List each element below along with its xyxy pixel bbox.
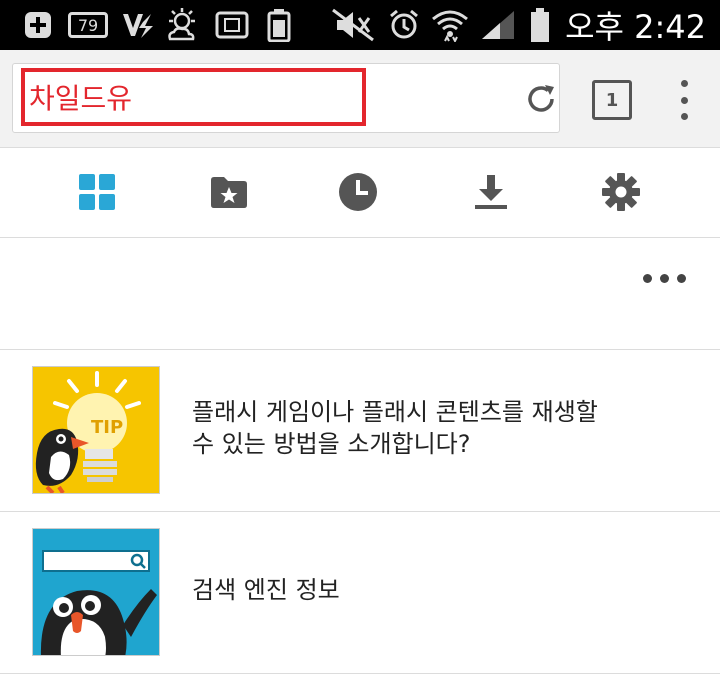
reload-icon[interactable] — [523, 81, 559, 117]
wifi-icon — [430, 0, 470, 50]
list-item[interactable]: TIP 플래시 게임이나 플래시 콘텐츠를 재생할 수 있는 방법을 소개합니다… — [0, 350, 720, 512]
new-tab-shortcuts — [0, 148, 720, 238]
article-title: 플래시 게임이나 플래시 콘텐츠를 재생할 수 있는 방법을 소개합니다? — [192, 396, 672, 460]
browser-toolbar: 차일드유 1 — [0, 50, 720, 148]
battery-level-icon — [526, 0, 554, 50]
plus-notification-icon — [22, 0, 54, 50]
more-options-icon[interactable] — [643, 274, 686, 283]
article-title-line: 수 있는 방법을 소개합니다? — [192, 430, 471, 458]
tab-switcher-button[interactable]: 1 — [592, 80, 632, 120]
article-title: 검색 엔진 정보 — [192, 574, 672, 606]
battery-badge-text: 79 — [68, 12, 108, 38]
tip-thumbnail: TIP — [32, 366, 160, 494]
address-bar-text[interactable]: 차일드유 — [21, 68, 366, 126]
list-item[interactable]: 검색 엔진 정보 — [0, 512, 720, 674]
home-grid-icon[interactable] — [77, 172, 117, 212]
article-title-line: 플래시 게임이나 플래시 콘텐츠를 재생할 — [192, 398, 598, 426]
weather-icon — [162, 0, 202, 50]
article-title-line: 검색 엔진 정보 — [192, 576, 340, 604]
signal-icon — [478, 0, 518, 50]
alarm-icon — [386, 0, 422, 50]
battery-icon — [262, 0, 296, 50]
download-icon[interactable] — [471, 172, 511, 212]
status-bar: 79 오후 2:42 — [0, 0, 720, 50]
sim-icon — [212, 0, 252, 50]
vlingo-icon — [118, 0, 158, 50]
search-engine-thumbnail — [32, 528, 160, 656]
content-header — [0, 238, 720, 350]
settings-gear-icon[interactable] — [601, 172, 641, 212]
address-bar[interactable]: 차일드유 — [12, 63, 560, 133]
overflow-menu-icon[interactable] — [670, 76, 698, 124]
tip-label: TIP — [91, 417, 124, 438]
clock-text: 오후 2:42 — [565, 8, 706, 46]
battery-badge-icon: 79 — [66, 0, 110, 50]
history-clock-icon[interactable] — [338, 172, 378, 212]
bookmarks-folder-icon[interactable] — [209, 172, 249, 212]
mute-icon — [330, 0, 376, 50]
